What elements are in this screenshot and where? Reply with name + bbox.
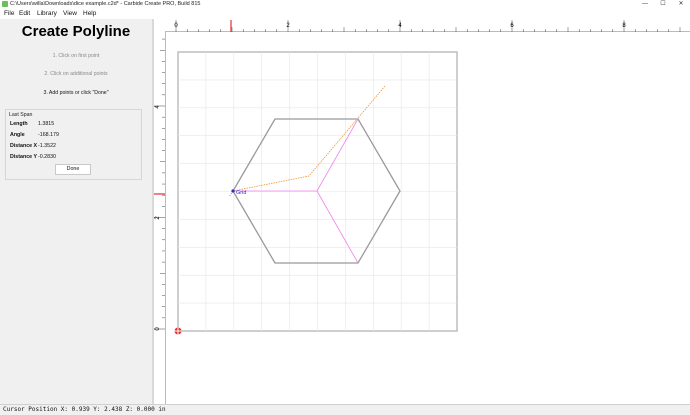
angle-value: -168.179 <box>38 132 59 138</box>
status-bar: Cursor Position X: 0.939 Y: 2.438 Z: 0.0… <box>0 404 690 415</box>
left-ruler: 4 2 0 <box>154 5 166 404</box>
left-ruler-ticks <box>154 5 165 330</box>
menu-help[interactable]: Help <box>83 9 96 19</box>
distance-y-label: Distance Y <box>10 154 37 160</box>
design-canvas[interactable]: Grid <box>166 32 690 404</box>
distance-x-row: Distance X-1.3522 <box>10 143 56 149</box>
step-3: 3. Add points or click "Done" <box>43 90 109 96</box>
distance-y-row: Distance Y-0.2830 <box>10 154 56 160</box>
top-ruler-svg: 0 2 4 6 8 <box>174 20 681 32</box>
tool-panel: Create Polyline 1. Click on first point … <box>0 19 152 404</box>
last-span-legend: Last Span <box>9 112 33 118</box>
window-title: C:\Users\willa\Downloads\dice example.c2… <box>10 1 201 7</box>
app-icon <box>2 1 8 7</box>
top-ruler-label-8: 8 <box>622 23 626 29</box>
top-ruler-ticks <box>175 20 681 32</box>
step-2: 2. Click on additional points <box>44 71 108 77</box>
menu-view[interactable]: View <box>63 9 77 19</box>
length-value: 1.3815 <box>38 121 55 127</box>
distance-y-value: -0.2830 <box>38 154 56 160</box>
pink-polyline-bottom[interactable] <box>316 190 359 264</box>
angle-row: Angle -168.179 <box>10 132 59 138</box>
menu-edit[interactable]: Edit <box>19 9 30 19</box>
angle-label: Angle <box>10 132 25 138</box>
snap-label: Grid <box>236 190 246 196</box>
pink-polyline-top[interactable] <box>233 118 359 192</box>
top-ruler: 0 2 4 6 8 <box>165 19 690 32</box>
window-controls: — ☐ ✕ <box>636 0 690 9</box>
menu-file[interactable]: File <box>4 9 14 19</box>
done-button[interactable]: Done <box>55 164 91 175</box>
maximize-button[interactable]: ☐ <box>654 0 672 9</box>
left-ruler-label-0: 0 <box>155 327 161 331</box>
title-bar: C:\Users\willa\Downloads\dice example.c2… <box>0 0 690 9</box>
length-row: Length 1.3815 <box>10 121 54 127</box>
left-ruler-svg: 4 2 0 <box>154 5 165 331</box>
length-label: Length <box>10 121 28 127</box>
snap-point <box>231 189 235 193</box>
close-button[interactable]: ✕ <box>672 0 690 9</box>
left-ruler-label-4: 4 <box>155 105 161 109</box>
panel-title: Create Polyline <box>21 23 131 40</box>
menu-library[interactable]: Library <box>37 9 57 19</box>
step-1: 1. Click on first point <box>52 53 100 59</box>
top-ruler-label-6: 6 <box>510 23 514 29</box>
orange-polyline-in-progress[interactable] <box>228 85 386 198</box>
distance-x-label: Distance X <box>10 143 38 149</box>
distance-x-value: -1.3522 <box>38 143 56 149</box>
left-ruler-label-2: 2 <box>155 216 161 220</box>
top-ruler-label-0: 0 <box>174 23 178 29</box>
canvas-svg[interactable]: Grid <box>166 32 690 404</box>
top-ruler-label-2: 2 <box>286 23 290 29</box>
top-ruler-label-4: 4 <box>398 23 402 29</box>
minimize-button[interactable]: — <box>636 0 654 9</box>
